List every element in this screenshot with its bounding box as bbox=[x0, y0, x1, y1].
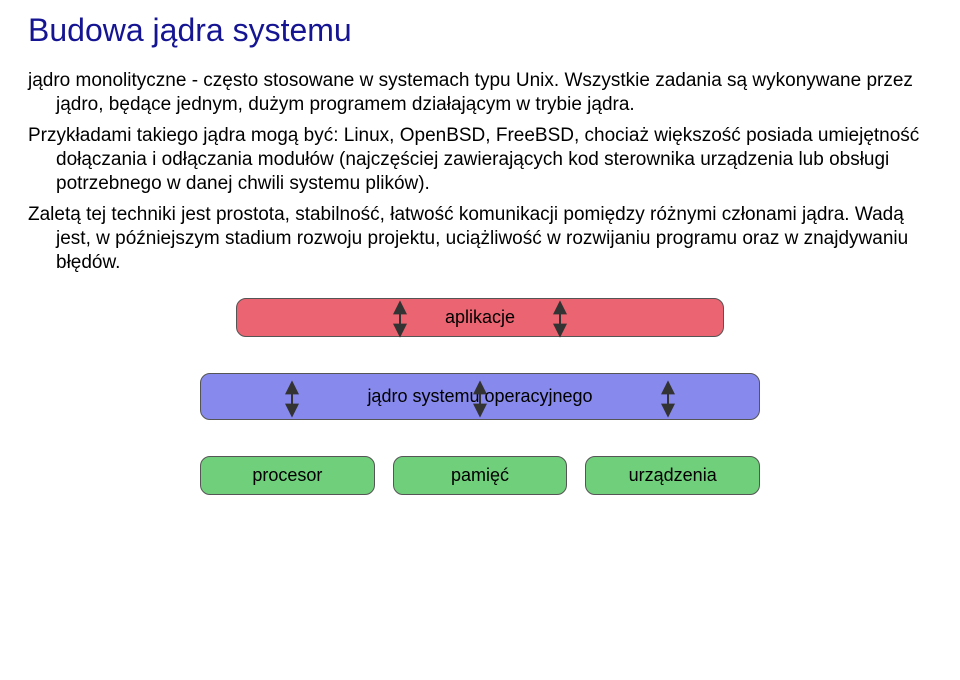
paragraph-3: Zaletą tej techniki jest prostota, stabi… bbox=[28, 203, 928, 276]
paragraph-1: jądro monolityczne - często stosowane w … bbox=[28, 69, 928, 118]
diagram-box-kernel: jądro systemu operacyjnego bbox=[200, 373, 760, 420]
body-text: jądro monolityczne - często stosowane w … bbox=[28, 69, 928, 276]
diagram-hardware-row: procesor pamięć urządzenia bbox=[200, 456, 760, 495]
page-title: Budowa jądra systemu bbox=[28, 12, 932, 49]
kernel-architecture-diagram: aplikacje jądro systemu operacyjnego pro… bbox=[200, 298, 760, 495]
diagram-box-devices: urządzenia bbox=[585, 456, 760, 495]
paragraph-2: Przykładami takiego jądra mogą być: Linu… bbox=[28, 124, 928, 197]
diagram-box-memory: pamięć bbox=[393, 456, 568, 495]
diagram-box-cpu: procesor bbox=[200, 456, 375, 495]
diagram-box-applications: aplikacje bbox=[236, 298, 724, 337]
